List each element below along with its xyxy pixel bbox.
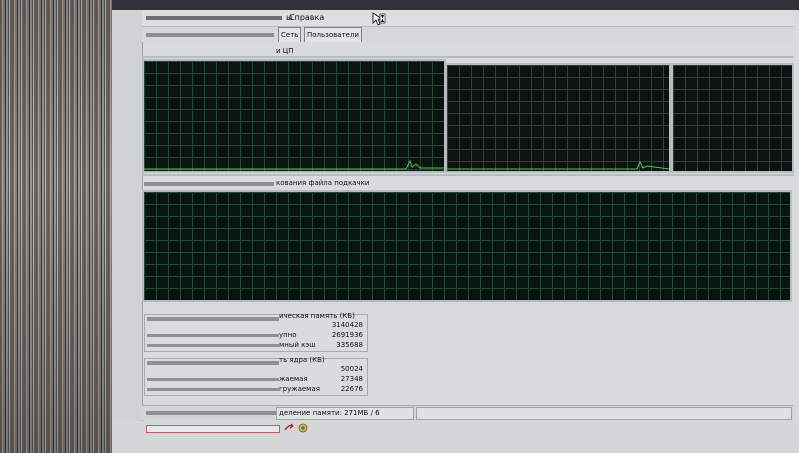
window-top-edge xyxy=(112,0,799,10)
physical-memory-stub xyxy=(147,317,279,321)
window-left-border xyxy=(112,0,143,453)
pagefile-panel-top xyxy=(142,174,794,176)
physical-memory-label-2: упно xyxy=(279,331,297,339)
tab-network[interactable]: Сеть xyxy=(278,27,302,42)
status-bar: деление памяти: 271МБ / 6 xyxy=(142,405,794,420)
physical-memory-row-stub-3 xyxy=(147,344,279,347)
pagefile-graph xyxy=(142,190,792,302)
tabs-stub xyxy=(146,33,274,37)
cpu-panel-top xyxy=(142,56,794,58)
kernel-memory-row-stub-3 xyxy=(147,388,279,391)
physical-memory-row-stub-2 xyxy=(147,334,279,337)
kernel-memory-box: ть ядра (КБ) 50024 жаемая 27348 гружаема… xyxy=(144,356,368,396)
status-stub xyxy=(146,411,276,415)
menu-item-help[interactable]: Справка xyxy=(289,10,324,26)
kernel-memory-value-3: 22676 xyxy=(340,385,363,393)
kernel-memory-row-stub-2 xyxy=(147,378,279,381)
kernel-memory-stub xyxy=(147,361,279,365)
status-commit-box: деление памяти: 271МБ / 6 xyxy=(276,407,414,420)
menu-bar: ы Справка xyxy=(142,10,794,27)
cpu-graph-2 xyxy=(445,63,671,173)
physical-memory-label-3: мный кэш xyxy=(279,341,316,349)
tab-users[interactable]: Пользователи xyxy=(304,27,362,42)
taskbar-globe-icon[interactable] xyxy=(298,423,308,433)
cpu-graph-3 xyxy=(671,63,794,173)
kernel-memory-label-2: жаемая xyxy=(279,375,308,383)
kernel-memory-value-1: 50024 xyxy=(340,365,363,373)
pagefile-history-label: кования файла подкачки xyxy=(276,179,370,187)
tabs-row: Сеть Пользователи xyxy=(142,27,794,42)
physical-memory-box: ическая память (КБ) 3140428 упно 2691936… xyxy=(144,312,368,352)
status-commit-text: деление памяти: 271МБ / 6 xyxy=(279,409,380,417)
cpu-graph-1-line xyxy=(144,159,444,170)
menu-stub xyxy=(146,16,282,20)
bottom-bar xyxy=(112,421,799,453)
hourglass-cursor-icon xyxy=(372,12,386,26)
status-empty-box xyxy=(416,407,792,420)
physical-memory-title: ическая память (КБ) xyxy=(279,312,355,320)
physical-memory-value-1: 3140428 xyxy=(331,321,363,329)
cpu-history-label: и ЦП xyxy=(276,47,294,55)
taskbar-progress xyxy=(146,425,280,433)
kernel-memory-value-2: 27348 xyxy=(340,375,363,383)
kernel-memory-label-3: гружаемая xyxy=(279,385,320,393)
kernel-memory-title: ть ядра (КБ) xyxy=(279,356,325,364)
display-glitch-overlay xyxy=(0,0,122,453)
physical-memory-value-2: 2691936 xyxy=(331,331,363,339)
cpu-graph-2-line xyxy=(447,160,669,170)
cpu-graph-1 xyxy=(142,59,446,173)
taskbar-arrow-icon[interactable] xyxy=(284,423,294,433)
pagefile-stub xyxy=(144,182,274,186)
physical-memory-value-3: 335688 xyxy=(336,341,363,349)
